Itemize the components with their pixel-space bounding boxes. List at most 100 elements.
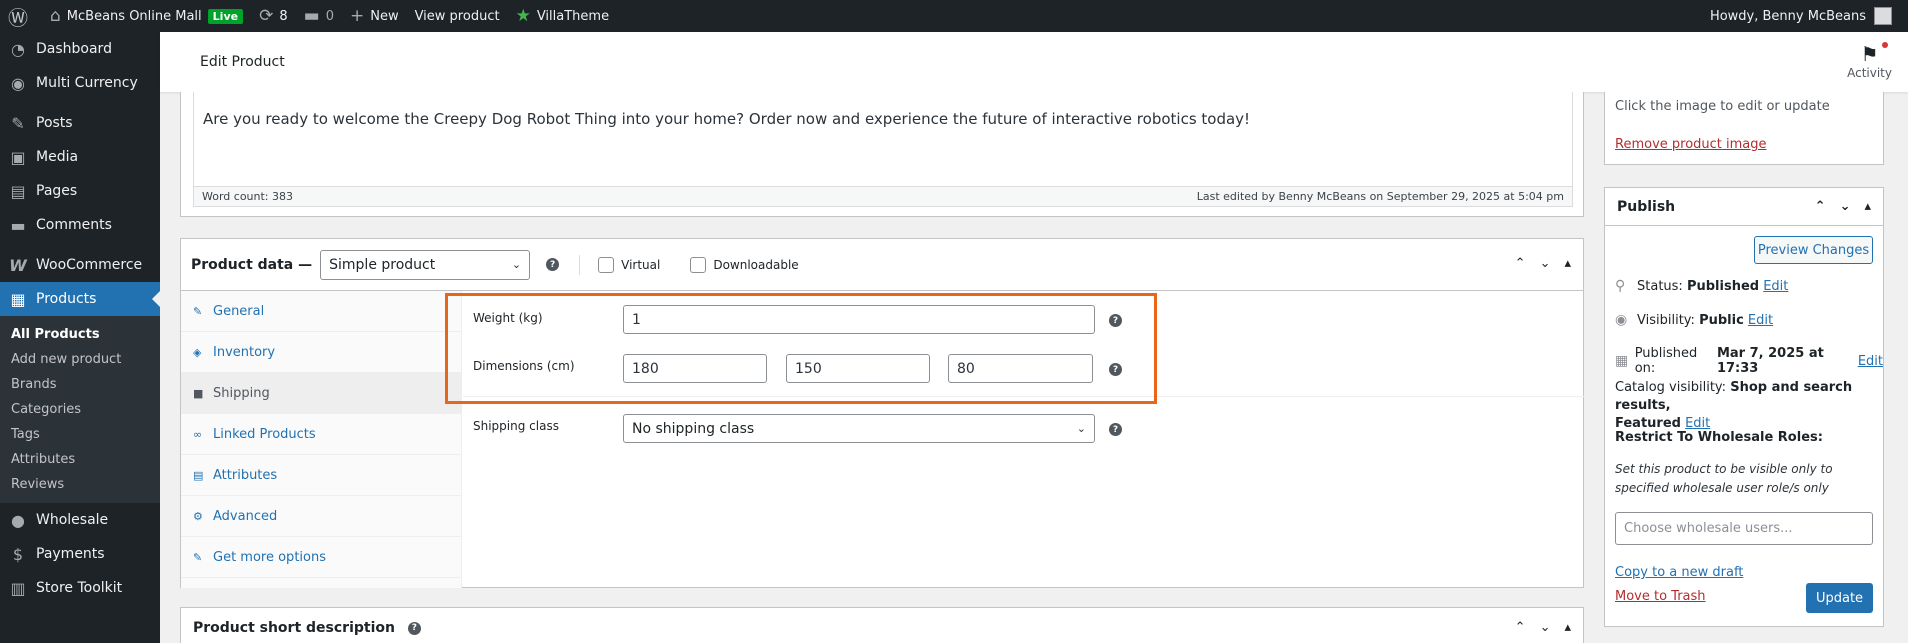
move-up-icon[interactable]: ⌃: [1515, 620, 1526, 635]
sidebar-item-payments[interactable]: $ Payments: [0, 537, 160, 571]
pin-icon: ⚲: [1615, 278, 1626, 294]
wordpress-logo[interactable]: Ⓦ: [0, 0, 42, 32]
tab-advanced[interactable]: ⚙ Advanced: [181, 496, 461, 537]
publish-header: Publish ⌃ ⌄ ▴: [1605, 188, 1883, 226]
toggle-panel-icon[interactable]: ▴: [1564, 256, 1571, 271]
shipping-class-select[interactable]: No shipping class ⌄: [623, 414, 1095, 443]
comment-icon: ▬: [10, 215, 26, 235]
copy-to-draft-link[interactable]: Copy to a new draft: [1615, 565, 1743, 580]
move-down-icon[interactable]: ⌄: [1840, 199, 1851, 214]
page-title: Edit Product: [200, 54, 285, 70]
woo-icon: W: [9, 255, 27, 275]
pin-icon: ✎: [11, 113, 25, 133]
editor-status-bar: Word count: 383 Last edited by Benny McB…: [193, 187, 1573, 207]
villatheme-link[interactable]: ★ VillaTheme: [508, 0, 618, 32]
edit-date-link[interactable]: Edit: [1858, 354, 1883, 369]
sidebar-item-wholesale[interactable]: ● Wholesale: [0, 503, 160, 537]
edit-visibility-link[interactable]: Edit: [1748, 313, 1773, 328]
status-row: ⚲ Status: Published Edit: [1615, 278, 1789, 294]
home-icon: ⌂: [50, 6, 61, 26]
updates-link[interactable]: ⟳ 8: [251, 0, 296, 32]
plugin-icon: ✎: [193, 550, 203, 564]
edit-status-link[interactable]: Edit: [1763, 279, 1788, 294]
media-icon: ▣: [10, 147, 26, 167]
description-editor: Are you ready to welcome the Creepy Dog …: [180, 92, 1584, 217]
tab-linked-products[interactable]: ∞ Linked Products: [181, 414, 461, 455]
move-up-icon[interactable]: ⌃: [1515, 256, 1526, 271]
submenu-add-new-product[interactable]: Add new product: [0, 347, 160, 372]
help-icon[interactable]: ?: [546, 258, 560, 271]
eye-icon: ◉: [1615, 312, 1628, 328]
preview-changes-button[interactable]: Preview Changes: [1754, 236, 1873, 264]
sidebar-item-multi-currency[interactable]: ◉ Multi Currency: [0, 66, 160, 100]
new-content-link[interactable]: + New: [342, 0, 407, 32]
sidebar-item-media[interactable]: ▣ Media: [0, 140, 160, 174]
tab-get-more-options[interactable]: ✎ Get more options: [181, 537, 461, 578]
view-product-link[interactable]: View product: [407, 0, 508, 32]
currency-icon: ◉: [11, 73, 25, 93]
toggle-panel-icon[interactable]: ▴: [1864, 199, 1871, 214]
link-icon: ∞: [193, 427, 203, 441]
page-icon: ▤: [10, 181, 26, 201]
downloadable-checkbox[interactable]: Downloadable: [690, 256, 799, 273]
virtual-checkbox[interactable]: Virtual: [598, 256, 660, 273]
tab-attributes[interactable]: ▤ Attributes: [181, 455, 461, 496]
chevron-down-icon: ⌄: [1076, 422, 1086, 435]
visibility-row: ◉ Visibility: Public Edit: [1615, 312, 1774, 328]
truck-icon: ■: [193, 386, 204, 400]
submenu-categories[interactable]: Categories: [0, 397, 160, 422]
word-count: Word count: 383: [202, 190, 294, 203]
move-down-icon[interactable]: ⌄: [1540, 256, 1551, 271]
sidebar-item-products[interactable]: ▦ Products: [0, 282, 160, 316]
move-down-icon[interactable]: ⌄: [1540, 620, 1551, 635]
move-up-icon[interactable]: ⌃: [1815, 199, 1826, 214]
comments-link[interactable]: ▬ 0: [296, 0, 342, 32]
avatar: [1874, 7, 1892, 25]
product-data-box: Product data — Simple product ⌄ ? Virtua…: [180, 238, 1584, 588]
sidebar-item-pages[interactable]: ▤ Pages: [0, 174, 160, 208]
help-icon[interactable]: ?: [1109, 423, 1122, 436]
submenu-attributes[interactable]: Attributes: [0, 447, 160, 472]
tab-general[interactable]: ✎ General: [181, 291, 461, 332]
submenu-all-products[interactable]: All Products: [0, 322, 160, 347]
site-name-link[interactable]: ⌂ McBeans Online Mall Live: [42, 0, 251, 32]
update-button[interactable]: Update: [1806, 583, 1873, 613]
sidebar-item-dashboard[interactable]: ◔ Dashboard: [0, 32, 160, 66]
tab-shipping[interactable]: ■ Shipping: [181, 373, 461, 414]
toggle-panel-icon[interactable]: ▴: [1564, 620, 1571, 635]
submenu-brands[interactable]: Brands: [0, 372, 160, 397]
restrict-title: Restrict To Wholesale Roles:: [1615, 430, 1823, 445]
toolkit-icon: ▥: [10, 578, 26, 598]
calendar-icon: ▦: [1615, 353, 1629, 369]
sidebar-item-woocommerce[interactable]: W WooCommerce: [0, 248, 160, 282]
edit-catalog-visibility-link[interactable]: Edit: [1685, 416, 1710, 431]
star-icon: ★: [515, 6, 531, 26]
submenu-tags[interactable]: Tags: [0, 422, 160, 447]
editor-content[interactable]: [193, 92, 1573, 187]
product-type-select[interactable]: Simple product ⌄: [320, 249, 531, 280]
payments-icon: $: [12, 544, 24, 564]
submenu-reviews[interactable]: Reviews: [0, 472, 160, 497]
dashboard-icon: ◔: [11, 39, 25, 59]
product-data-tabs: ✎ General ◈ Inventory ■ Shipping ∞ Linked Pr…: [181, 291, 462, 588]
activity-button[interactable]: ⚑ Activity: [1847, 42, 1892, 80]
image-hint: Click the image to edit or update: [1615, 99, 1830, 114]
catalog-visibility-row: Catalog visibility: Shop and search resu…: [1615, 380, 1853, 431]
short-description-title: Product short description ?: [193, 620, 421, 636]
sidebar-item-comments[interactable]: ▬ Comments: [0, 208, 160, 242]
move-to-trash-link[interactable]: Move to Trash: [1615, 589, 1706, 604]
tag-icon: ◈: [193, 345, 202, 359]
wholesale-users-input[interactable]: Choose wholesale users...: [1615, 512, 1873, 545]
tab-inventory[interactable]: ◈ Inventory: [181, 332, 461, 373]
shipping-class-label: Shipping class: [473, 419, 559, 433]
product-image-box: Click the image to edit or update Remove…: [1604, 92, 1884, 165]
sidebar-item-posts[interactable]: ✎ Posts: [0, 106, 160, 140]
page-header: Edit Product ⚑ Activity: [160, 32, 1908, 92]
comment-bubble-icon: ▬: [303, 6, 320, 26]
wholesale-icon: ●: [11, 510, 25, 530]
flag-icon: ⚑: [1847, 42, 1892, 66]
help-icon[interactable]: ?: [407, 621, 421, 635]
sidebar-item-store-toolkit[interactable]: ▥ Store Toolkit: [0, 571, 160, 605]
my-account-link[interactable]: Howdy, Benny McBeans: [1702, 0, 1900, 32]
remove-product-image-link[interactable]: Remove product image: [1615, 137, 1767, 152]
